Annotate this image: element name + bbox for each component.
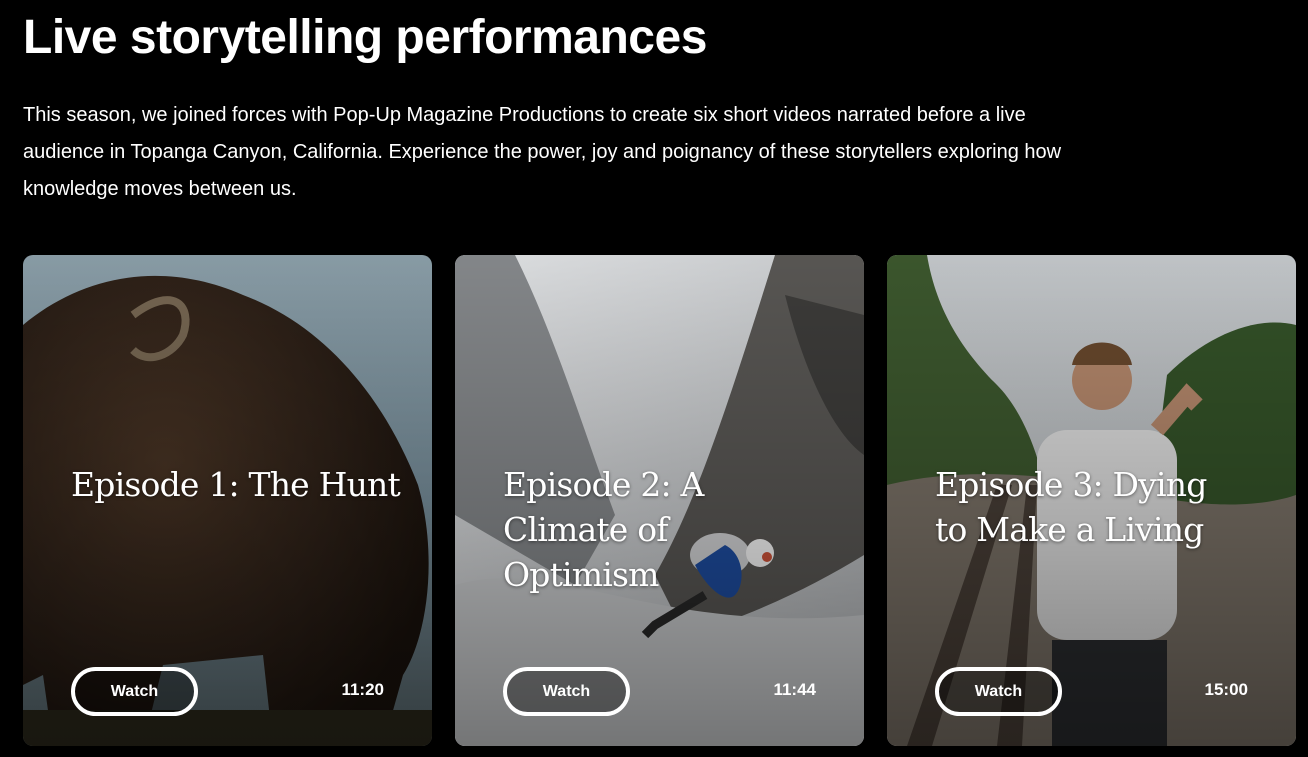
episode-card[interactable]: Episode 3: Dying to Make a Living Watch …: [887, 255, 1296, 746]
page-title: Live storytelling performances: [23, 11, 707, 64]
intro-paragraph: This season, we joined forces with Pop-U…: [23, 104, 1062, 200]
episode-card[interactable]: Episode 1: The Hunt Watch 11:20: [23, 255, 432, 746]
episode-title: Episode 2: A Climate of Optimism: [503, 465, 704, 594]
watch-button[interactable]: Watch: [71, 667, 198, 716]
episode-title: Episode 1: The Hunt: [71, 465, 401, 504]
episode-duration: 11:44: [773, 680, 816, 699]
watch-button[interactable]: Watch: [935, 667, 1062, 716]
episode-title: Episode 3: Dying to Make a Living: [935, 465, 1207, 549]
episode-card-list: Episode 1: The Hunt Watch 11:20 Episode …: [23, 255, 1296, 746]
episode-duration: 15:00: [1204, 680, 1248, 699]
episode-card[interactable]: Episode 2: A Climate of Optimism Watch 1…: [455, 255, 864, 746]
watch-button[interactable]: Watch: [503, 667, 630, 716]
episode-duration: 11:20: [341, 680, 384, 699]
